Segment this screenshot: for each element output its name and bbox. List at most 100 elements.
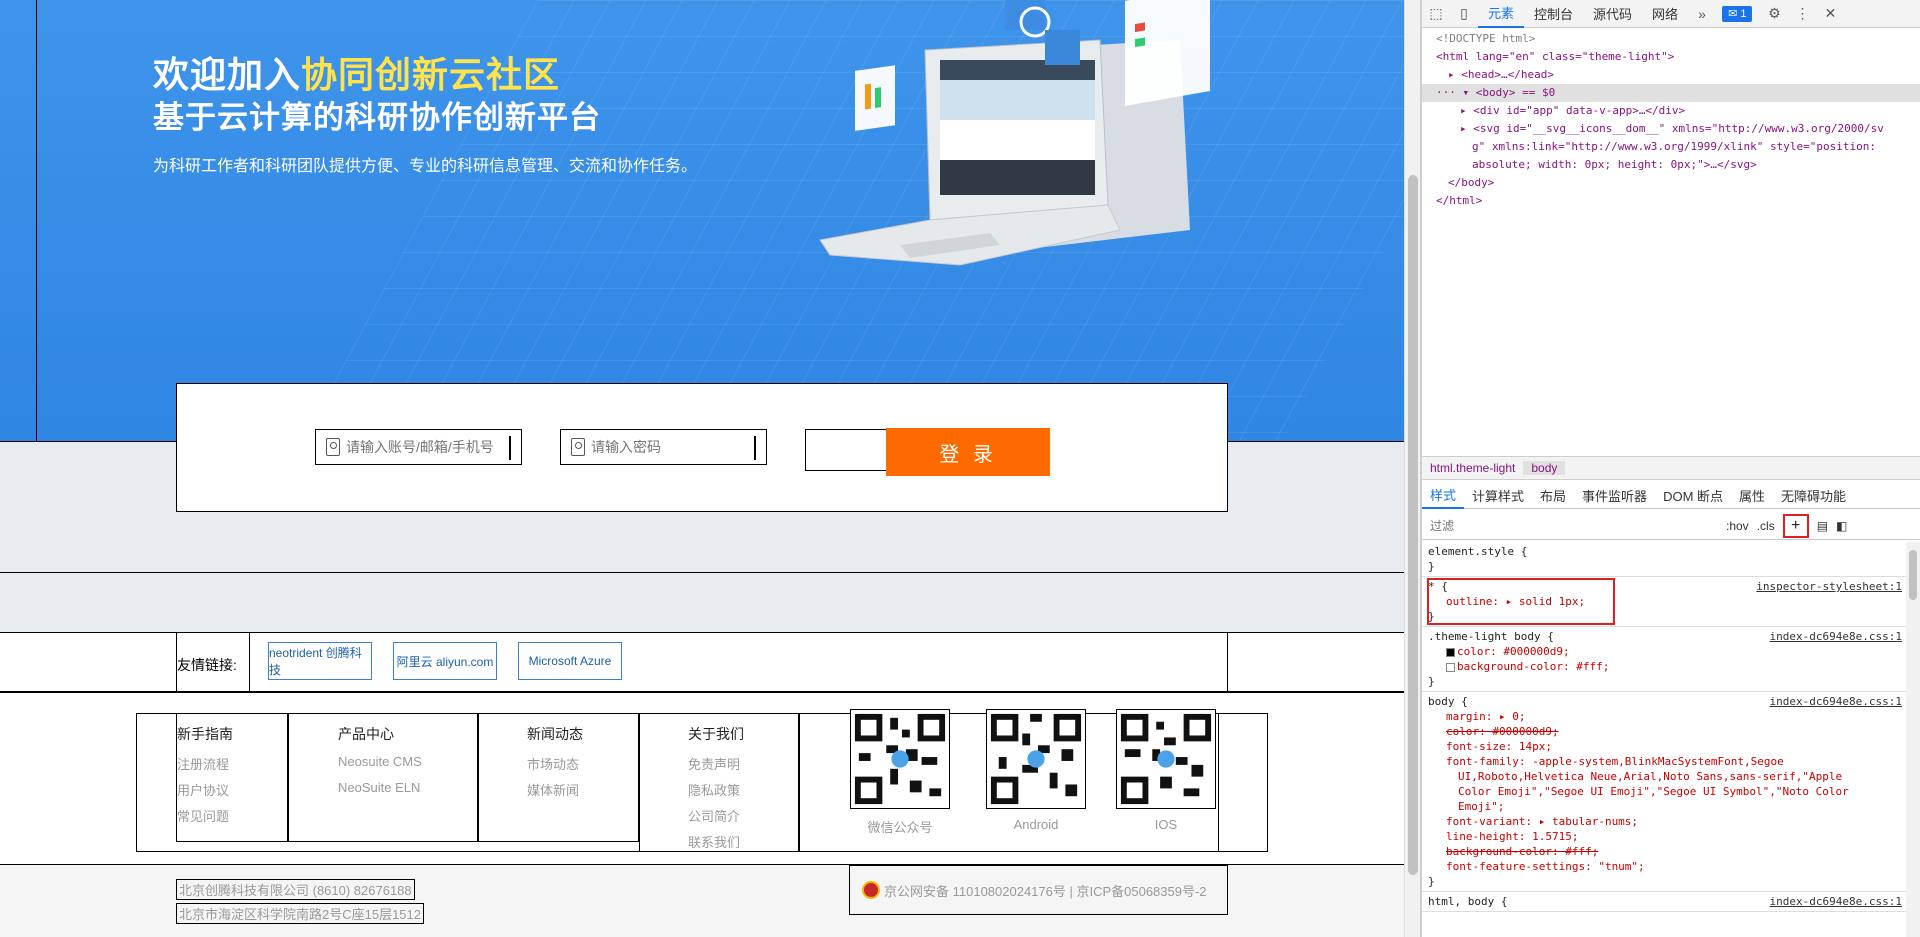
dom-node-text: <head>…</head> xyxy=(1461,68,1554,81)
rule-source-link[interactable]: index-dc694e8e.css:1 xyxy=(1770,894,1902,909)
tab-layout[interactable]: 布局 xyxy=(1532,483,1574,509)
dom-node-text: <svg id="__svg__icons__dom__" xmlns="htt… xyxy=(1473,122,1884,135)
partner-logo-aliyun[interactable]: 阿里云 aliyun.com xyxy=(393,642,497,680)
breadcrumb-item[interactable]: html.theme-light xyxy=(1422,461,1523,475)
footer-column-title: 产品中心 xyxy=(338,726,394,742)
rule-html-body[interactable]: index-dc694e8e.css:1 html, body { xyxy=(1422,892,1906,912)
dom-node[interactable]: </body> xyxy=(1436,174,1920,192)
device-toggle-icon[interactable]: ▯ xyxy=(1456,5,1472,22)
styles-filter-input[interactable] xyxy=(1428,517,1718,534)
css-property[interactable]: font-variant: ▸ tabular-nums; xyxy=(1428,814,1900,829)
tab-sources[interactable]: 源代码 xyxy=(1583,0,1642,28)
footer-link[interactable]: 公司简介 xyxy=(688,806,740,825)
tab-accessibility[interactable]: 无障碍功能 xyxy=(1773,483,1854,509)
page-scrollbar-thumb[interactable] xyxy=(1408,175,1418,875)
footer-link[interactable]: 隐私政策 xyxy=(688,780,740,799)
footer-link[interactable]: 免责声明 xyxy=(688,754,740,773)
tab-network[interactable]: 网络 xyxy=(1642,0,1688,28)
dom-node-selected[interactable]: ··· ▾ <body> == $0 xyxy=(1422,84,1920,102)
footer-link[interactable]: Neosuite CMS xyxy=(338,754,422,769)
footer-link[interactable]: NeoSuite ELN xyxy=(338,780,420,795)
footer-link[interactable]: 市场动态 xyxy=(527,754,579,773)
partner-logo-neotrident[interactable]: neotrident 创腾科技 xyxy=(268,642,372,680)
more-tabs-icon[interactable]: » xyxy=(1694,6,1710,22)
section-divider xyxy=(0,572,1404,573)
settings-gear-icon[interactable]: ⚙ xyxy=(1766,5,1782,22)
rule-element-style[interactable]: element.style {} xyxy=(1422,542,1906,577)
css-property[interactable]: margin: ▸ 0; xyxy=(1428,709,1900,724)
css-property[interactable]: font-family: -apple-system,BlinkMacSyste… xyxy=(1428,754,1900,769)
css-property[interactable]: font-feature-settings: "tnum"; xyxy=(1428,859,1900,874)
tab-elements[interactable]: 元素 xyxy=(1478,0,1525,28)
css-property[interactable]: background-color: #fff; xyxy=(1428,659,1900,674)
styles-filter-bar: :hov .cls + ▤ ◧ xyxy=(1422,512,1920,540)
dom-node[interactable]: ▸ <div id="app" data-v-app>…</div> xyxy=(1436,102,1920,120)
password-input[interactable] xyxy=(589,438,749,456)
tab-event-listeners[interactable]: 事件监听器 xyxy=(1574,483,1655,509)
inspect-element-icon[interactable]: ⬚ xyxy=(1428,5,1444,22)
styles-scrollbar[interactable] xyxy=(1906,542,1920,937)
hero-subtitle: 基于云计算的科研协作创新平台 xyxy=(153,100,601,135)
hov-toggle[interactable]: :hov xyxy=(1726,519,1749,533)
login-button[interactable]: 登 录 xyxy=(886,428,1050,476)
footer-link[interactable]: 媒体新闻 xyxy=(527,780,579,799)
css-property[interactable]: font-size: 14px; xyxy=(1428,739,1900,754)
dom-node[interactable]: ▸ <head>…</head> xyxy=(1436,66,1920,84)
dom-node[interactable]: </html> xyxy=(1436,192,1920,210)
css-property[interactable]: color: #000000d9; xyxy=(1428,644,1900,659)
rule-theme-body[interactable]: index-dc694e8e.css:1 .theme-light body {… xyxy=(1422,627,1906,692)
icp-record[interactable]: 京公网安备 11010802024176号 | 京ICP备05068359号-2 xyxy=(849,865,1228,915)
footer-column-title: 新闻动态 xyxy=(527,726,583,742)
dom-node[interactable]: ▸ <svg id="__svg__icons__dom__" xmlns="h… xyxy=(1436,120,1920,138)
hero-title-prefix: 欢迎加入 xyxy=(153,54,302,95)
account-field[interactable] xyxy=(315,429,522,465)
laptop-illustration xyxy=(819,0,1210,266)
dom-node[interactable]: <html lang="en" class="theme-light"> xyxy=(1436,48,1920,66)
rule-source-link[interactable]: index-dc694e8e.css:1 xyxy=(1770,629,1902,644)
password-field[interactable] xyxy=(560,429,767,465)
css-property[interactable]: line-height: 1.5715; xyxy=(1428,829,1900,844)
qr-caption: 微信公众号 xyxy=(867,820,933,835)
footer-link[interactable]: 注册流程 xyxy=(177,754,229,773)
partner-name: 阿里云 aliyun.com xyxy=(396,654,494,669)
police-badge-icon xyxy=(862,881,880,899)
qr-caption: IOS xyxy=(1154,817,1178,832)
rule-inspector[interactable]: inspector-stylesheet:1 * { outline: ▸ so… xyxy=(1422,577,1906,627)
account-input[interactable] xyxy=(344,438,504,456)
paint-icon[interactable]: ▤ xyxy=(1817,519,1828,533)
css-property-overridden[interactable]: background-color: #fff; xyxy=(1428,844,1900,859)
footer-link[interactable]: 联系我们 xyxy=(688,832,740,851)
color-swatch[interactable] xyxy=(1446,662,1455,672)
partner-logo-azure[interactable]: Microsoft Azure xyxy=(518,642,622,680)
breadcrumb-item[interactable]: body xyxy=(1523,461,1566,475)
rule-source-link[interactable]: index-dc694e8e.css:1 xyxy=(1770,694,1902,709)
close-icon[interactable]: ✕ xyxy=(1822,5,1838,22)
dom-node[interactable]: <!DOCTYPE html> xyxy=(1436,30,1920,48)
tab-properties[interactable]: 属性 xyxy=(1731,483,1773,509)
tab-computed[interactable]: 计算样式 xyxy=(1464,483,1532,509)
tab-console[interactable]: 控制台 xyxy=(1524,0,1583,28)
more-options-icon[interactable]: ⋮ xyxy=(1794,5,1810,22)
partner-links-label: 友情链接: xyxy=(177,657,237,673)
css-property-overridden[interactable]: color: #000000d9; xyxy=(1428,724,1900,739)
tab-styles[interactable]: 样式 xyxy=(1422,483,1465,509)
cls-toggle[interactable]: .cls xyxy=(1757,519,1775,533)
css-property[interactable]: outline: ▸ solid 1px; xyxy=(1428,594,1614,609)
sidebar-toggle-icon[interactable]: ◧ xyxy=(1836,519,1847,533)
page-scrollbar[interactable] xyxy=(1404,0,1420,937)
message-count: 1 xyxy=(1740,7,1747,20)
dom-node-continuation: g" xmlns:link="http://www.w3.org/1999/xl… xyxy=(1472,140,1876,153)
tab-dom-breakpoints[interactable]: DOM 断点 xyxy=(1655,483,1731,509)
rule-source-link[interactable]: inspector-stylesheet:1 xyxy=(1756,579,1902,594)
qr-caption: Android xyxy=(1013,817,1059,832)
footer-column-title: 新手指南 xyxy=(177,726,233,742)
color-swatch[interactable] xyxy=(1446,647,1455,657)
rule-body[interactable]: index-dc694e8e.css:1 body { margin: ▸ 0;… xyxy=(1422,692,1906,892)
styles-scrollbar-thumb[interactable] xyxy=(1909,550,1917,600)
footer-link[interactable]: 常见问题 xyxy=(177,806,229,825)
footer-link[interactable]: 用户协议 xyxy=(177,780,229,799)
css-property-text: color: #000000d9; xyxy=(1457,645,1570,658)
icp-text: 京公网安备 11010802024176号 | 京ICP备05068359号-2 xyxy=(884,883,1207,899)
messages-badge[interactable]: ✉ 1 xyxy=(1722,5,1753,22)
new-style-rule-button[interactable]: + xyxy=(1782,513,1809,538)
